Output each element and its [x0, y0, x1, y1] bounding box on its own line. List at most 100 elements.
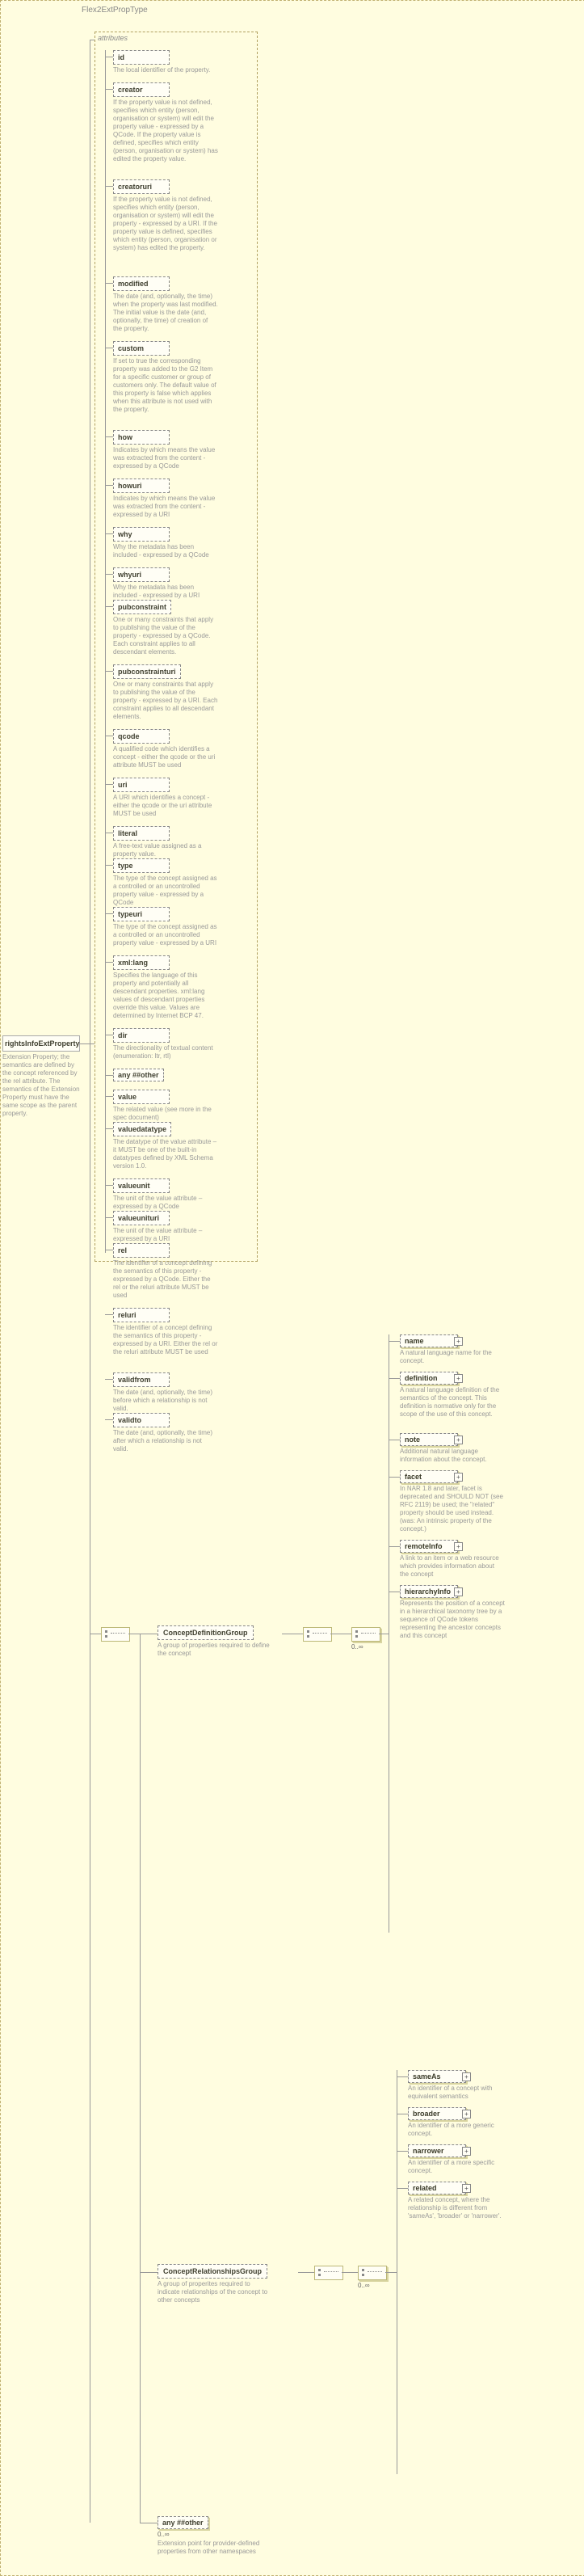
element-related[interactable]: related+ A related concept, where the rel…: [408, 2182, 513, 2220]
connector: [330, 1634, 351, 1635]
element-sameAs[interactable]: sameAs+An identifier of a concept with e…: [408, 2070, 513, 2101]
attribute-any---other[interactable]: any ##other: [113, 1069, 164, 1081]
expand-icon[interactable]: +: [454, 1542, 463, 1551]
element-node: name+: [400, 1334, 458, 1347]
element-hierarchyInfo[interactable]: hierarchyInfo+Represents the position of…: [400, 1585, 505, 1640]
element-note[interactable]: note + Additional natural language informa…: [400, 1433, 505, 1464]
attribute-modified[interactable]: modifiedThe date (and, optionally, the t…: [113, 276, 218, 333]
element-doc: An identifier of a concept with equivale…: [408, 2085, 513, 2101]
attribute-dir[interactable]: dirThe directionality of textual content…: [113, 1028, 218, 1060]
attribute-node: pubconstraint: [113, 600, 171, 614]
attribute-pubconstrainturi[interactable]: pubconstrainturiOne or many constraints …: [113, 664, 218, 721]
attribute-doc: Indicates by which means the value was e…: [113, 446, 218, 470]
attribute-name: pubconstrainturi: [118, 668, 176, 676]
attribute-name: creatoruri: [118, 183, 165, 191]
element-name: name: [405, 1337, 424, 1345]
attribute-name: value: [118, 1093, 165, 1101]
concept-definition-group-node[interactable]: ConceptDefinitionGroup A group of proper…: [158, 1625, 274, 1658]
element-name[interactable]: name+A natural language name for the con…: [400, 1334, 505, 1365]
element-remoteInfo[interactable]: remoteInfo+A link to an item or a web re…: [400, 1540, 505, 1579]
occurrence: 0..∞: [358, 2282, 370, 2289]
attribute-qcode[interactable]: qcodeA qualified code which identifies a…: [113, 729, 218, 769]
attribute-name: how: [118, 433, 165, 441]
attribute-whyuri[interactable]: whyuriWhy the metadata has been included…: [113, 567, 218, 600]
element-definition[interactable]: definition+A natural language definition…: [400, 1372, 505, 1419]
attribute-id[interactable]: idThe local identifier of the property.: [113, 50, 210, 74]
attribute-node: typeuri: [113, 907, 170, 921]
expand-icon[interactable]: +: [454, 1374, 463, 1383]
attribute-node: value: [113, 1090, 170, 1104]
element-node: sameAs+: [408, 2070, 466, 2083]
attribute-node: whyuri: [113, 567, 170, 582]
attribute-node: custom: [113, 341, 170, 356]
element-name: note: [405, 1436, 420, 1444]
attribute-validto[interactable]: validtoThe date (and, optionally, the ti…: [113, 1413, 218, 1453]
element-doc: A link to an item or a web resource whic…: [400, 1554, 505, 1579]
attribute-custom[interactable]: customIf set to true the corresponding p…: [113, 341, 218, 414]
expand-icon[interactable]: +: [454, 1436, 463, 1444]
concept-relationships-group-node[interactable]: ConceptRelationshipsGroup A group of pro…: [158, 2264, 274, 2304]
attribute-name: modified: [118, 280, 165, 288]
attribute-valuedatatype[interactable]: valuedatatypeThe datatype of the value a…: [113, 1122, 218, 1170]
element-doc: A natural language name for the concept.: [400, 1349, 505, 1365]
attribute-name: valueunit: [118, 1182, 165, 1190]
element-narrower[interactable]: narrower+An identifier of a more specifi…: [408, 2144, 513, 2175]
element-broader[interactable]: broader+An identifier of a more generic …: [408, 2107, 513, 2138]
any-other-extension[interactable]: any ##other 0..∞ Extension point for pro…: [158, 2516, 263, 2556]
attribute-doc: Specifies the language of this property …: [113, 972, 218, 1020]
attribute-node: creatoruri: [113, 179, 170, 194]
occurrence: 0..∞: [351, 1643, 363, 1651]
expand-icon[interactable]: +: [454, 1337, 463, 1346]
element-doc: Additional natural language information …: [400, 1448, 505, 1464]
attribute-valueunit[interactable]: valueunitThe unit of the value attribute…: [113, 1178, 218, 1211]
attribute-why[interactable]: whyWhy the metadata has been included - …: [113, 527, 218, 559]
attribute-node: uri: [113, 778, 170, 792]
attribute-rel[interactable]: relThe identifier of a concept defining …: [113, 1243, 218, 1300]
attribute-doc: If the property value is not defined, sp…: [113, 99, 218, 163]
root-element-name: rightsInfoExtProperty: [2, 1035, 80, 1052]
element-node: related+: [408, 2182, 466, 2194]
attribute-valueunituri[interactable]: valueunituriThe unit of the value attrib…: [113, 1211, 218, 1243]
attribute-doc: A free-text value assigned as a property…: [113, 842, 218, 858]
element-facet[interactable]: facet+In NAR 1.8 and later, facet is dep…: [400, 1470, 505, 1533]
connector: [397, 2070, 398, 2474]
attribute-node: valuedatatype: [113, 1122, 171, 1136]
attribute-how[interactable]: how Indicates by which means the value wa…: [113, 430, 218, 470]
element-name: facet: [405, 1473, 422, 1481]
attribute-typeuri[interactable]: typeuriThe type of the concept assigned …: [113, 907, 218, 947]
connector: [90, 1634, 101, 1635]
attribute-doc: The identifier of a concept defining the…: [113, 1324, 218, 1356]
expand-icon[interactable]: +: [454, 1587, 463, 1596]
attributes-label: attributes: [98, 34, 128, 42]
attribute-creatoruri[interactable]: creatoruriIf the property value is not d…: [113, 179, 218, 252]
element-doc: A related concept, where the relationshi…: [408, 2196, 513, 2220]
attribute-node: modified: [113, 276, 170, 291]
expand-icon[interactable]: +: [462, 2110, 471, 2119]
element-node: remoteInfo+: [400, 1540, 458, 1553]
attribute-name: pubconstraint: [118, 603, 166, 611]
expand-icon[interactable]: +: [462, 2184, 471, 2193]
attribute-pubconstraint[interactable]: pubconstraint One or many constraints tha…: [113, 600, 218, 656]
attribute-creator[interactable]: creator If the property value is not defi…: [113, 82, 218, 163]
attribute-doc: A URI which identifies a concept - eithe…: [113, 794, 218, 818]
attribute-doc: One or many constraints that apply to pu…: [113, 616, 218, 656]
expand-icon[interactable]: +: [454, 1473, 463, 1482]
sequence-indicator: [314, 2266, 343, 2280]
attribute-doc: Why the metadata has been included - exp…: [113, 543, 218, 559]
expand-icon[interactable]: +: [462, 2147, 471, 2156]
attribute-node: creator: [113, 82, 170, 97]
attribute-xml-lang[interactable]: xml:langSpecifies the language of this p…: [113, 955, 218, 1020]
attribute-reluri[interactable]: reluriThe identifier of a concept defini…: [113, 1308, 218, 1356]
root-element-node[interactable]: rightsInfoExtProperty Extension Property…: [2, 1035, 80, 1118]
attribute-howuri[interactable]: howuriIndicates by which means the value…: [113, 479, 218, 519]
attribute-type[interactable]: typeThe type of the concept assigned as …: [113, 858, 218, 907]
attribute-value[interactable]: valueThe related value (see more in the …: [113, 1090, 218, 1122]
attribute-validfrom[interactable]: validfromThe date (and, optionally, the …: [113, 1372, 218, 1413]
expand-icon[interactable]: +: [462, 2072, 471, 2081]
attribute-node: qcode: [113, 729, 170, 744]
element-name: sameAs: [413, 2072, 441, 2081]
attribute-doc: The type of the concept assigned as a co…: [113, 875, 218, 907]
attribute-name: typeuri: [118, 910, 165, 918]
attribute-uri[interactable]: uri A URI which identifies a concept - ei…: [113, 778, 218, 818]
attribute-literal[interactable]: literalA free-text value assigned as a p…: [113, 826, 218, 858]
